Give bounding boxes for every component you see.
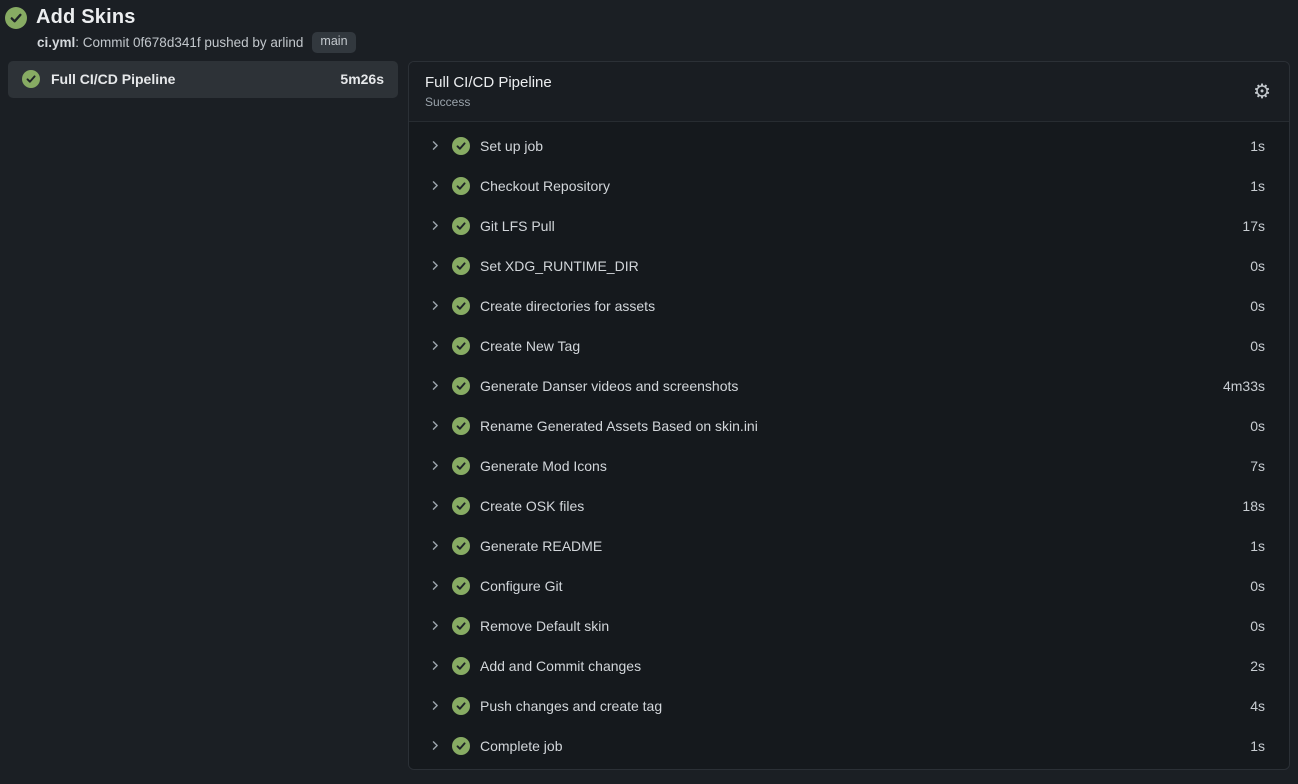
chevron-right-icon[interactable] (429, 179, 442, 192)
step-name: Set XDG_RUNTIME_DIR (480, 258, 639, 274)
step-row[interactable]: Generate README 1s (409, 526, 1289, 566)
step-duration: 1s (1250, 138, 1265, 154)
job-status-text: Success (425, 95, 552, 109)
step-row[interactable]: Git LFS Pull 17s (409, 206, 1289, 246)
step-name: Generate Mod Icons (480, 458, 607, 474)
step-duration: 0s (1250, 338, 1265, 354)
step-row[interactable]: Configure Git 0s (409, 566, 1289, 606)
step-row[interactable]: Generate Mod Icons 7s (409, 446, 1289, 486)
step-duration: 18s (1242, 498, 1265, 514)
step-name: Git LFS Pull (480, 218, 555, 234)
chevron-right-icon[interactable] (429, 619, 442, 632)
step-success-check-icon (452, 217, 470, 235)
step-duration: 17s (1242, 218, 1265, 234)
run-content: Full CI/CD Pipeline 5m26s Full CI/CD Pip… (0, 61, 1298, 770)
gear-icon[interactable]: ⚙ (1251, 79, 1273, 103)
job-detail-header: Full CI/CD Pipeline Success ⚙ (409, 62, 1289, 122)
step-duration: 0s (1250, 258, 1265, 274)
step-success-check-icon (452, 497, 470, 515)
step-duration: 0s (1250, 298, 1265, 314)
run-header: Add Skins ci.yml: Commit 0f678d341f push… (0, 0, 1298, 61)
step-success-check-icon (452, 137, 470, 155)
step-success-check-icon (452, 377, 470, 395)
step-row[interactable]: Rename Generated Assets Based on skin.in… (409, 406, 1289, 446)
step-name: Configure Git (480, 578, 562, 594)
step-name: Remove Default skin (480, 618, 609, 634)
step-duration: 1s (1250, 538, 1265, 554)
job-detail-panel: Full CI/CD Pipeline Success ⚙ Set up job… (408, 61, 1290, 770)
step-success-check-icon (452, 417, 470, 435)
step-row[interactable]: Generate Danser videos and screenshots 4… (409, 366, 1289, 406)
step-duration: 0s (1250, 618, 1265, 634)
branch-badge[interactable]: main (312, 32, 355, 53)
commit-text: : Commit 0f678d341f pushed by arlind (75, 35, 303, 50)
chevron-right-icon[interactable] (429, 499, 442, 512)
step-name: Create directories for assets (480, 298, 655, 314)
step-row[interactable]: Create directories for assets 0s (409, 286, 1289, 326)
step-duration: 1s (1250, 738, 1265, 754)
chevron-right-icon[interactable] (429, 659, 442, 672)
step-success-check-icon (452, 577, 470, 595)
step-row[interactable]: Add and Commit changes 2s (409, 646, 1289, 686)
step-success-check-icon (452, 257, 470, 275)
step-row[interactable]: Checkout Repository 1s (409, 166, 1289, 206)
step-name: Complete job (480, 738, 563, 754)
commit-summary: ci.yml: Commit 0f678d341f pushed by arli… (37, 32, 1288, 53)
sidebar-job-item[interactable]: Full CI/CD Pipeline 5m26s (8, 61, 398, 98)
step-duration: 7s (1250, 458, 1265, 474)
chevron-right-icon[interactable] (429, 739, 442, 752)
step-name: Rename Generated Assets Based on skin.in… (480, 418, 758, 434)
chevron-right-icon[interactable] (429, 219, 442, 232)
chevron-right-icon[interactable] (429, 579, 442, 592)
step-name: Generate README (480, 538, 602, 554)
step-duration: 0s (1250, 578, 1265, 594)
chevron-right-icon[interactable] (429, 539, 442, 552)
chevron-right-icon[interactable] (429, 419, 442, 432)
step-success-check-icon (452, 697, 470, 715)
workflow-file-link[interactable]: ci.yml (37, 35, 75, 50)
step-name: Add and Commit changes (480, 658, 641, 674)
step-success-check-icon (452, 537, 470, 555)
job-duration: 5m26s (340, 71, 384, 87)
step-row[interactable]: Create New Tag 0s (409, 326, 1289, 366)
step-success-check-icon (452, 457, 470, 475)
jobs-sidebar: Full CI/CD Pipeline 5m26s (8, 61, 398, 98)
chevron-right-icon[interactable] (429, 259, 442, 272)
job-detail-title: Full CI/CD Pipeline (425, 73, 552, 93)
step-success-check-icon (452, 657, 470, 675)
step-row[interactable]: Set XDG_RUNTIME_DIR 0s (409, 246, 1289, 286)
step-name: Create New Tag (480, 338, 580, 354)
step-name: Create OSK files (480, 498, 584, 514)
step-success-check-icon (452, 737, 470, 755)
step-success-check-icon (452, 177, 470, 195)
step-duration: 1s (1250, 178, 1265, 194)
step-duration: 2s (1250, 658, 1265, 674)
chevron-right-icon[interactable] (429, 299, 442, 312)
step-name: Set up job (480, 138, 543, 154)
step-row[interactable]: Remove Default skin 0s (409, 606, 1289, 646)
step-name: Push changes and create tag (480, 698, 662, 714)
step-success-check-icon (452, 337, 470, 355)
step-name: Generate Danser videos and screenshots (480, 378, 738, 394)
run-success-check-icon (5, 7, 27, 29)
step-duration: 4m33s (1223, 378, 1265, 394)
step-success-check-icon (452, 297, 470, 315)
chevron-right-icon[interactable] (429, 379, 442, 392)
chevron-right-icon[interactable] (429, 699, 442, 712)
step-row[interactable]: Create OSK files 18s (409, 486, 1289, 526)
step-list: Set up job 1s Checkout Repository 1s Git… (409, 122, 1289, 770)
page-title: Add Skins (36, 6, 136, 29)
step-success-check-icon (452, 617, 470, 635)
chevron-right-icon[interactable] (429, 139, 442, 152)
step-duration: 4s (1250, 698, 1265, 714)
step-name: Checkout Repository (480, 178, 610, 194)
step-row[interactable]: Complete job 1s (409, 726, 1289, 766)
job-success-check-icon (22, 70, 40, 88)
step-row[interactable]: Set up job 1s (409, 126, 1289, 166)
step-row[interactable]: Push changes and create tag 4s (409, 686, 1289, 726)
job-name: Full CI/CD Pipeline (51, 71, 329, 87)
chevron-right-icon[interactable] (429, 339, 442, 352)
step-duration: 0s (1250, 418, 1265, 434)
chevron-right-icon[interactable] (429, 459, 442, 472)
